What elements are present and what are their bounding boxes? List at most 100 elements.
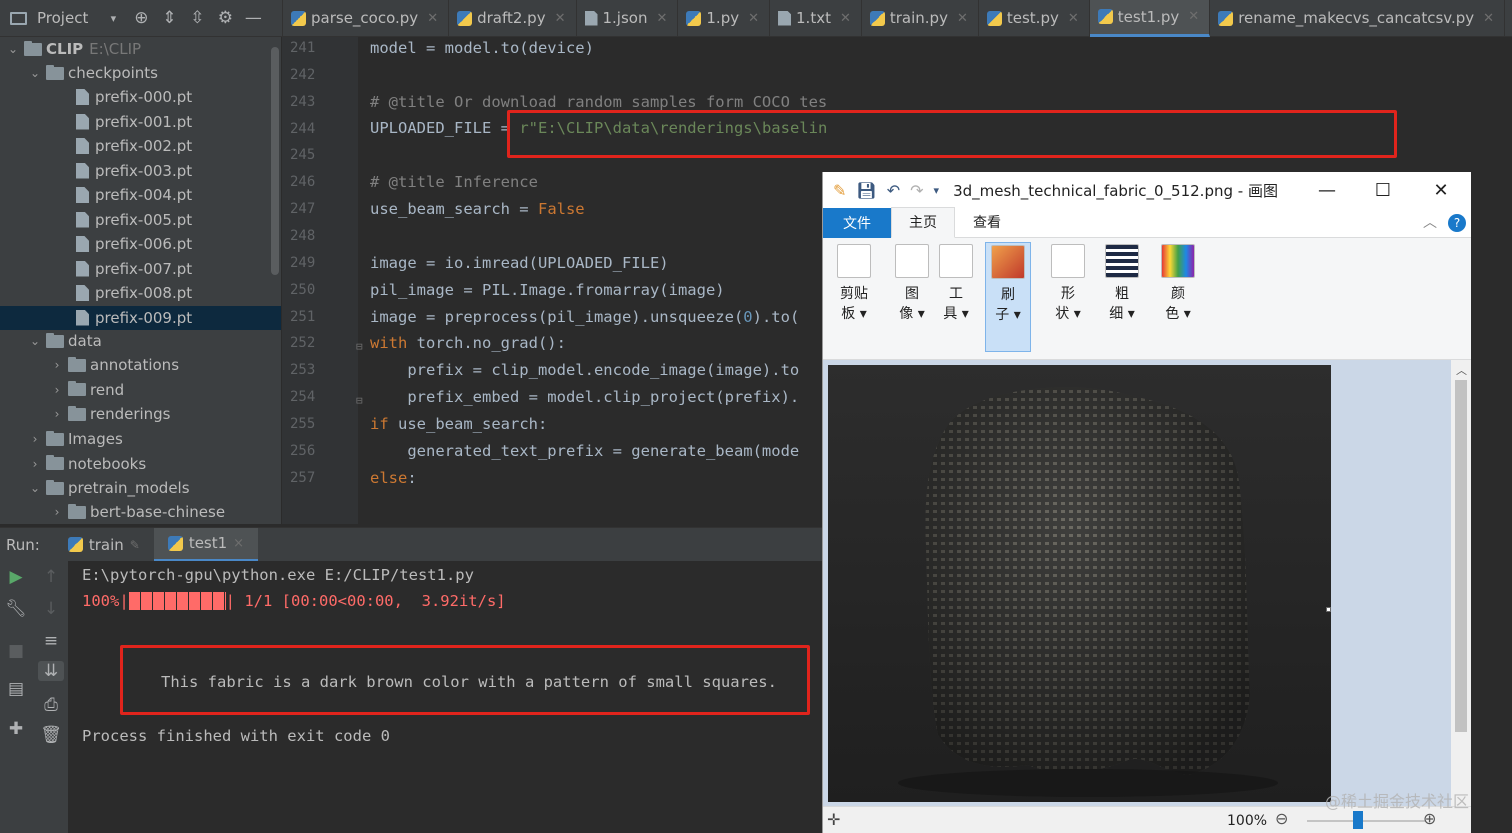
tab-draft2-py[interactable]: draft2.py ✕ [449,0,577,37]
chevron-right-icon[interactable]: › [50,383,64,397]
ribbon-tool-6[interactable]: 颜色 ▾ [1155,242,1201,352]
ribbon-tool-1[interactable]: 图像 ▾ [889,242,935,352]
tab-test1-py[interactable]: test1.py ✕ [1089,0,1211,37]
close-icon[interactable]: ✕ [656,11,667,26]
tree-folder-pretrain_models[interactable]: ⌄ pretrain_models [0,476,281,500]
canvas-area[interactable] [823,360,1451,806]
close-icon[interactable]: ✕ [1413,172,1469,208]
customize-icon[interactable]: ▾ [934,184,940,197]
close-icon[interactable]: ✕ [427,11,438,26]
chevron-down-icon[interactable]: ▾ [104,12,122,25]
minimize-icon[interactable]: — [1299,172,1355,208]
layout-icon[interactable]: ▤ [5,679,27,699]
tab-test-py[interactable]: test.py ✕ [979,0,1090,37]
chevron-down-icon[interactable]: ⌄ [28,334,42,348]
tab-1-json[interactable]: 1.json ✕ [577,0,679,37]
tab-rename-makecvs-cancatcsv-py[interactable]: rename_makecvs_cancatcsv.py ✕ [1210,0,1506,37]
tool-label: 剪贴 [840,286,868,302]
close-icon[interactable]: ✕ [957,11,968,26]
collapse-all-icon[interactable]: ⇳ [188,8,206,28]
chevron-down-icon[interactable]: ⌄ [28,481,42,495]
close-icon[interactable]: ✕ [1068,11,1079,26]
project-view-selector[interactable]: Project ▾ ⊕ ⇕ ⇳ ⚙ — [0,0,283,37]
close-icon[interactable]: ✕ [1483,11,1494,26]
trash-icon[interactable]: 🗑︎ [40,725,62,745]
tree-folder-annotations[interactable]: › annotations [0,353,281,377]
close-icon[interactable]: ✕ [840,11,851,26]
tree-file-prefix-008-pt[interactable]: prefix-008.pt [0,281,281,305]
pin-icon[interactable]: ✎ [130,538,140,552]
tree-folder-checkpoints[interactable]: ⌄ checkpoints [0,61,281,85]
tree-file-prefix-002-pt[interactable]: prefix-002.pt [0,134,281,158]
tab-view[interactable]: 查看 [955,208,1019,238]
chevron-up-icon[interactable]: ︿ [1423,212,1437,232]
maximize-icon[interactable]: ☐ [1355,172,1411,208]
zoom-slider-track[interactable] [1307,820,1425,822]
tab-file[interactable]: 文件 [823,207,891,238]
chevron-down-icon[interactable]: ⌄ [28,66,42,80]
tab-1-py[interactable]: 1.py ✕ [678,0,771,37]
vertical-scrollbar[interactable]: ︿ [1451,360,1471,806]
save-icon[interactable]: 💾︎ [856,181,876,200]
ribbon-tool-4[interactable]: 形状 ▾ [1045,242,1091,352]
code-line-252: with torch.no_grad(): [370,334,566,352]
tree-file-prefix-000-pt[interactable]: prefix-000.pt [0,85,281,109]
tree-file-prefix-009-pt[interactable]: prefix-009.pt [0,305,281,330]
tree-root[interactable]: ⌄ CLIP E:\CLIP [0,37,281,61]
tree-file-prefix-003-pt[interactable]: prefix-003.pt [0,159,281,183]
tree-folder-images[interactable]: › Images [0,427,281,451]
ribbon-tool-0[interactable]: 剪贴板 ▾ [831,242,877,352]
zoom-out-icon[interactable]: ⊖ [1275,809,1288,828]
expand-all-icon[interactable]: ⇕ [160,8,178,28]
tree-file-prefix-007-pt[interactable]: prefix-007.pt [0,257,281,281]
undo-icon[interactable]: ↶ [887,181,900,200]
ribbon-tool-3[interactable]: 刷子 ▾ [985,242,1031,352]
chevron-right-icon[interactable]: › [28,432,42,446]
tree-folder-bert[interactable]: › bert-base-chinese [0,500,281,524]
soft-wrap-icon[interactable]: ≡ [40,631,62,651]
tree-folder-renderings[interactable]: › renderings [0,402,281,426]
locate-icon[interactable]: ⊕ [132,8,150,28]
tree-folder-rend[interactable]: › rend [0,378,281,402]
close-icon[interactable]: ✕ [748,11,759,26]
tree-file-prefix-004-pt[interactable]: prefix-004.pt [0,183,281,207]
chevron-right-icon[interactable]: › [50,407,64,421]
chevron-right-icon[interactable]: › [28,457,42,471]
ribbon-tool-5[interactable]: 粗细 ▾ [1099,242,1145,352]
run-tab-test1[interactable]: test1 × [153,527,259,562]
resize-handle[interactable] [1326,607,1331,612]
pin-icon[interactable]: ✚ [5,719,27,739]
close-icon[interactable]: ✕ [1188,9,1199,24]
run-icon[interactable]: ▶ [5,567,27,587]
zoom-slider-thumb[interactable] [1353,811,1363,829]
up-arrow-icon[interactable]: ↑ [40,567,62,587]
redo-icon[interactable]: ↷ [910,181,923,200]
ribbon-tool-2[interactable]: 工具 ▾ [933,242,979,352]
tab-parse-coco-py[interactable]: parse_coco.py ✕ [283,0,450,37]
tab-home[interactable]: 主页 [891,207,955,238]
run-tab-train[interactable]: train ✎ [54,528,154,562]
print-icon[interactable]: ⎙ [40,695,62,715]
tab-train-py[interactable]: train.py ✕ [862,0,979,37]
scroll-to-end-icon[interactable]: ⇊ [38,661,64,681]
gear-icon[interactable]: ⚙ [216,8,234,28]
tab-1-txt[interactable]: 1.txt ✕ [770,0,862,37]
down-arrow-icon[interactable]: ↓ [40,599,62,619]
help-icon[interactable]: ? [1448,214,1466,232]
close-icon[interactable]: × [233,536,244,551]
tree-file-prefix-005-pt[interactable]: prefix-005.pt [0,208,281,232]
chevron-up-icon[interactable]: ︿ [1456,362,1467,378]
scroll-thumb[interactable] [1455,380,1467,732]
wrench-icon[interactable]: 🔧︎ [5,599,27,619]
tree-file-prefix-001-pt[interactable]: prefix-001.pt [0,110,281,134]
chevron-right-icon[interactable]: › [50,505,64,519]
chevron-down-icon[interactable]: ⌄ [6,42,20,56]
stop-icon[interactable]: ■ [5,641,27,661]
chevron-right-icon[interactable]: › [50,358,64,372]
close-icon[interactable]: ✕ [555,11,566,26]
tree-folder-data[interactable]: ⌄ data [0,329,281,353]
tree-folder-notebooks[interactable]: › notebooks [0,452,281,476]
run-panel-header: Run: train ✎ test1 × [0,527,822,562]
tree-file-prefix-006-pt[interactable]: prefix-006.pt [0,232,281,256]
hide-icon[interactable]: — [244,8,262,28]
